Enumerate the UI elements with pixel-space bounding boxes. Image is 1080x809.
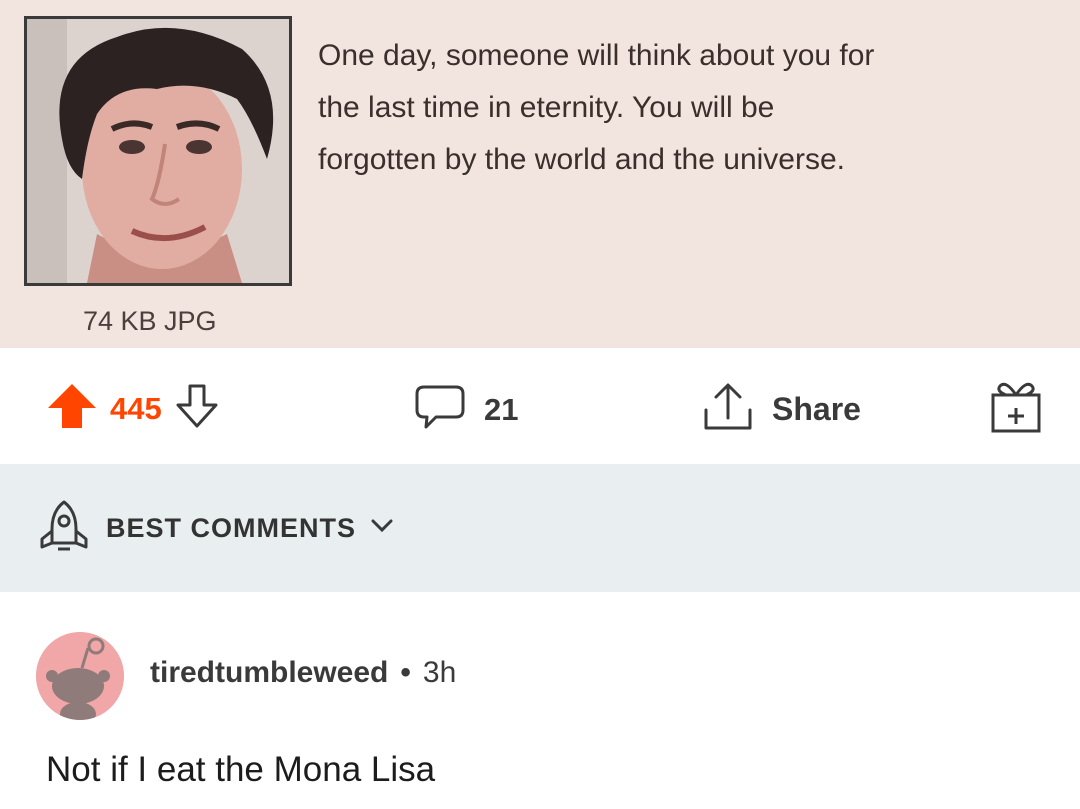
vote-group: 445 xyxy=(46,382,220,435)
rocket-icon xyxy=(36,499,92,558)
sort-label: BEST COMMENTS xyxy=(106,512,357,543)
share-button[interactable]: Share xyxy=(702,382,861,437)
file-info: 74 KB JPG xyxy=(83,306,217,336)
post-text: One day, someone will think about you fo… xyxy=(318,30,1058,186)
comment-body: Not if I eat the Mona Lisa xyxy=(46,750,436,789)
gift-icon xyxy=(988,378,1044,439)
share-icon xyxy=(702,382,754,437)
speech-bubble-icon xyxy=(414,384,466,435)
comment: tiredtumbleweed • 3h Not if I eat the Mo… xyxy=(0,592,1080,809)
username[interactable]: tiredtumbleweed xyxy=(150,656,388,690)
separator-dot: • xyxy=(400,656,411,689)
arrow-up-icon[interactable] xyxy=(46,382,98,435)
award-button[interactable] xyxy=(988,378,1044,439)
arrow-down-icon[interactable] xyxy=(174,383,220,434)
post-image[interactable] xyxy=(24,16,292,286)
comments-sort-bar[interactable]: BEST COMMENTS xyxy=(0,464,1080,592)
post-text-line: the last time in eternity. You will be xyxy=(318,91,775,124)
comment-meta: tiredtumbleweed • 3h xyxy=(150,656,456,690)
comment-button[interactable]: 21 xyxy=(414,384,518,435)
chevron-down-icon xyxy=(370,518,394,539)
snoo-avatar-icon[interactable] xyxy=(36,632,124,720)
post-text-line: forgotten by the world and the universe. xyxy=(318,143,845,176)
comment-count: 21 xyxy=(484,391,519,427)
post: 74 KB JPG One day, someone will think ab… xyxy=(0,0,1080,348)
share-label: Share xyxy=(772,391,861,427)
upvote-count: 445 xyxy=(110,390,162,426)
face-photo xyxy=(27,19,289,283)
comment-age: 3h xyxy=(422,656,457,689)
post-text-line: One day, someone will think about you fo… xyxy=(318,39,875,72)
action-bar: 445 21 Share xyxy=(0,348,1080,464)
